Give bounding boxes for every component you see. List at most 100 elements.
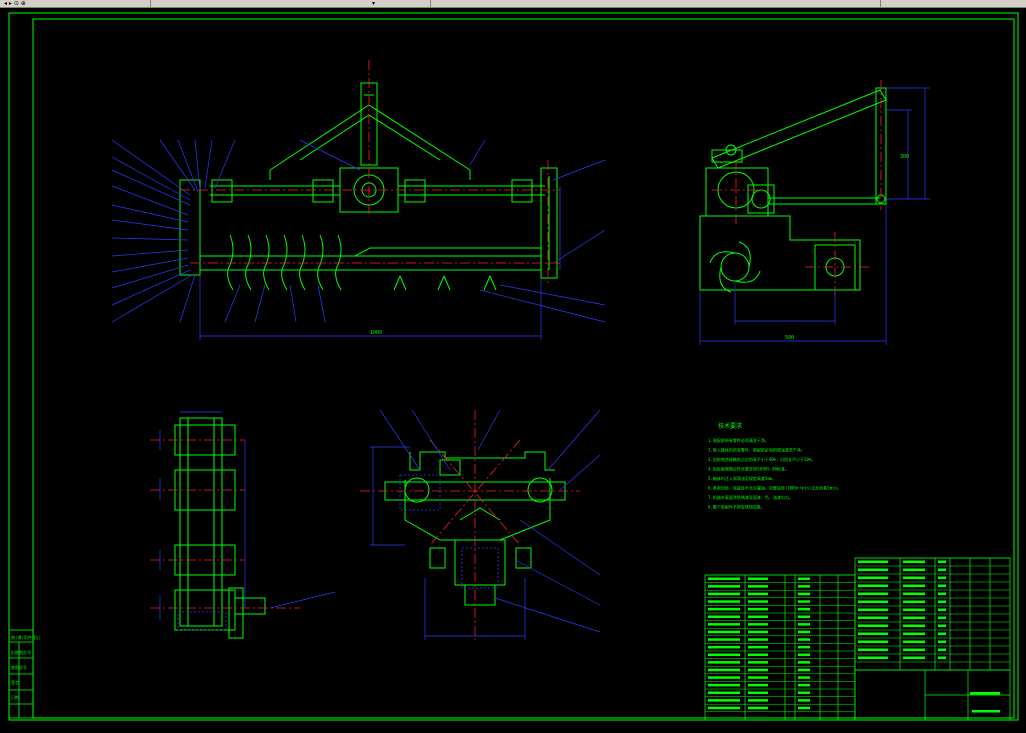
table-cell-text bbox=[798, 653, 810, 656]
color-dropdown[interactable] bbox=[430, 0, 581, 7]
table-cell-text bbox=[938, 584, 946, 587]
table-cell-text bbox=[938, 648, 946, 651]
table-cell-text bbox=[903, 624, 925, 627]
gearbox-section-view bbox=[360, 409, 601, 640]
margin-label: 签字 bbox=[11, 679, 19, 685]
table-cell-text bbox=[748, 585, 768, 588]
table-cell-text bbox=[798, 699, 810, 702]
table-cell-text bbox=[748, 623, 768, 626]
table-cell-text bbox=[798, 691, 810, 694]
table-cell-text bbox=[708, 630, 740, 634]
tech-requirement-line: 5.箱体内注入润滑油至规定高度5mm。 bbox=[708, 475, 776, 481]
layer-dropdown-arrow-icon[interactable]: ▾ bbox=[372, 0, 375, 7]
table-cell-text bbox=[748, 691, 768, 694]
table-cell-text bbox=[938, 576, 946, 579]
table-cell-text bbox=[972, 710, 1000, 713]
table-cell-text bbox=[708, 615, 740, 618]
tech-requirement-line: 6.各密封处、连接处不允许漏油，空载运转(1000r/min)正反转各5min。 bbox=[708, 485, 841, 491]
table-cell-text bbox=[708, 577, 740, 580]
table-cell-text bbox=[903, 656, 925, 659]
table-cell-text bbox=[938, 608, 946, 611]
table-cell-text bbox=[798, 706, 810, 710]
table-cell-text bbox=[858, 576, 888, 579]
layer-dropdown[interactable] bbox=[150, 0, 371, 7]
table-cell-text bbox=[798, 645, 810, 649]
table-cell-text bbox=[903, 592, 925, 595]
tech-requirement-line: 4.齿轮副侧隙应符合要求GB10095-88标准。 bbox=[708, 466, 789, 472]
table-cell-text bbox=[708, 645, 740, 649]
table-cell-text bbox=[748, 706, 768, 710]
table-cell-text bbox=[938, 624, 946, 627]
table-cell-text bbox=[938, 640, 946, 643]
tech-requirement-line: 7.机器外表面涂防锈漆及面漆，色、油漆均匀。 bbox=[708, 494, 793, 500]
table-cell-text bbox=[798, 661, 810, 664]
table-cell-text bbox=[903, 576, 925, 579]
table-cell-text bbox=[858, 608, 888, 611]
table-cell-text bbox=[858, 560, 888, 563]
binding-margin-table bbox=[8, 629, 34, 719]
table-cell-text bbox=[708, 600, 740, 603]
table-cell-text bbox=[970, 692, 1000, 695]
table-cell-text bbox=[748, 600, 768, 603]
table-cell-text bbox=[798, 577, 810, 580]
table-cell-text bbox=[708, 683, 740, 687]
drawing-canvas[interactable]: 借(通)用件登记旧底图总号底图总号签字日期 1000 500 300 技术要求 … bbox=[0, 8, 1026, 733]
table-cell-text bbox=[708, 661, 740, 664]
front-view-dimension: 1000 bbox=[370, 330, 382, 336]
table-cell-text bbox=[708, 668, 740, 672]
tech-requirement-line: 1.装配前所有零件必须清洗干净。 bbox=[708, 437, 769, 443]
table-cell-text bbox=[798, 683, 810, 687]
table-cell-text bbox=[858, 632, 888, 635]
technical-requirements: 技术要求 1.装配前所有零件必须清洗干净。 2.装入箱体的所有零件，装配前必须用煤… bbox=[708, 422, 841, 510]
table-cell-text bbox=[748, 630, 768, 634]
table-cell-text bbox=[748, 607, 768, 611]
table-cell-text bbox=[903, 632, 925, 635]
table-cell-text bbox=[748, 683, 768, 687]
toolbar-button-group[interactable]: ◂ ▸ ⊙ ⊕ bbox=[4, 0, 26, 7]
margin-label: 借(通)用件登记 bbox=[11, 634, 40, 640]
table-cell-text bbox=[798, 668, 810, 672]
margin-label: 底图总号 bbox=[11, 664, 27, 670]
linetype-dropdown[interactable] bbox=[880, 0, 1021, 7]
table-cell-text bbox=[748, 645, 768, 649]
table-cell-text bbox=[903, 608, 925, 611]
table-cell-text bbox=[708, 699, 740, 702]
table-cell-text bbox=[858, 616, 888, 619]
table-cell-text bbox=[708, 623, 740, 626]
table-cell-text bbox=[708, 592, 740, 596]
table-cell-text bbox=[798, 592, 810, 596]
table-cell-text bbox=[903, 600, 925, 603]
table-cell-text bbox=[748, 676, 768, 679]
table-cell-text bbox=[708, 653, 740, 656]
table-cell-text bbox=[798, 607, 810, 611]
table-cell-text bbox=[938, 632, 946, 635]
table-cell-text bbox=[798, 638, 810, 641]
table-cell-text bbox=[903, 648, 925, 651]
margin-label: 旧底图总号 bbox=[11, 649, 31, 655]
table-cell-text bbox=[748, 661, 768, 664]
table-cell-text bbox=[858, 640, 888, 643]
table-cell-text bbox=[858, 568, 888, 571]
front-view: 1000 bbox=[111, 60, 606, 340]
table-cell-text bbox=[858, 624, 888, 627]
table-cell-text bbox=[748, 653, 768, 656]
tech-requirement-line: 3.齿轮啮合接触斑点沿齿高不小于40%，沿齿长不小于50%。 bbox=[708, 456, 815, 462]
parts-list-rows bbox=[705, 557, 1010, 713]
side-view-height-dimension: 300 bbox=[900, 154, 909, 160]
table-cell-text bbox=[903, 560, 925, 563]
table-cell-text bbox=[798, 615, 810, 618]
table-cell-text bbox=[798, 676, 810, 679]
table-cell-text bbox=[708, 638, 740, 641]
table-cell-text bbox=[708, 691, 740, 694]
table-cell-text bbox=[748, 668, 768, 672]
tech-requirements-title: 技术要求 bbox=[718, 422, 742, 430]
table-cell-text bbox=[708, 585, 740, 588]
margin-label: 日期 bbox=[11, 694, 19, 700]
table-cell-text bbox=[938, 616, 946, 619]
table-cell-text bbox=[798, 600, 810, 603]
table-cell-text bbox=[798, 585, 810, 588]
section-view-left bbox=[150, 411, 336, 639]
table-cell-text bbox=[748, 638, 768, 641]
table-cell-text bbox=[748, 615, 768, 618]
table-cell-text bbox=[903, 616, 925, 619]
